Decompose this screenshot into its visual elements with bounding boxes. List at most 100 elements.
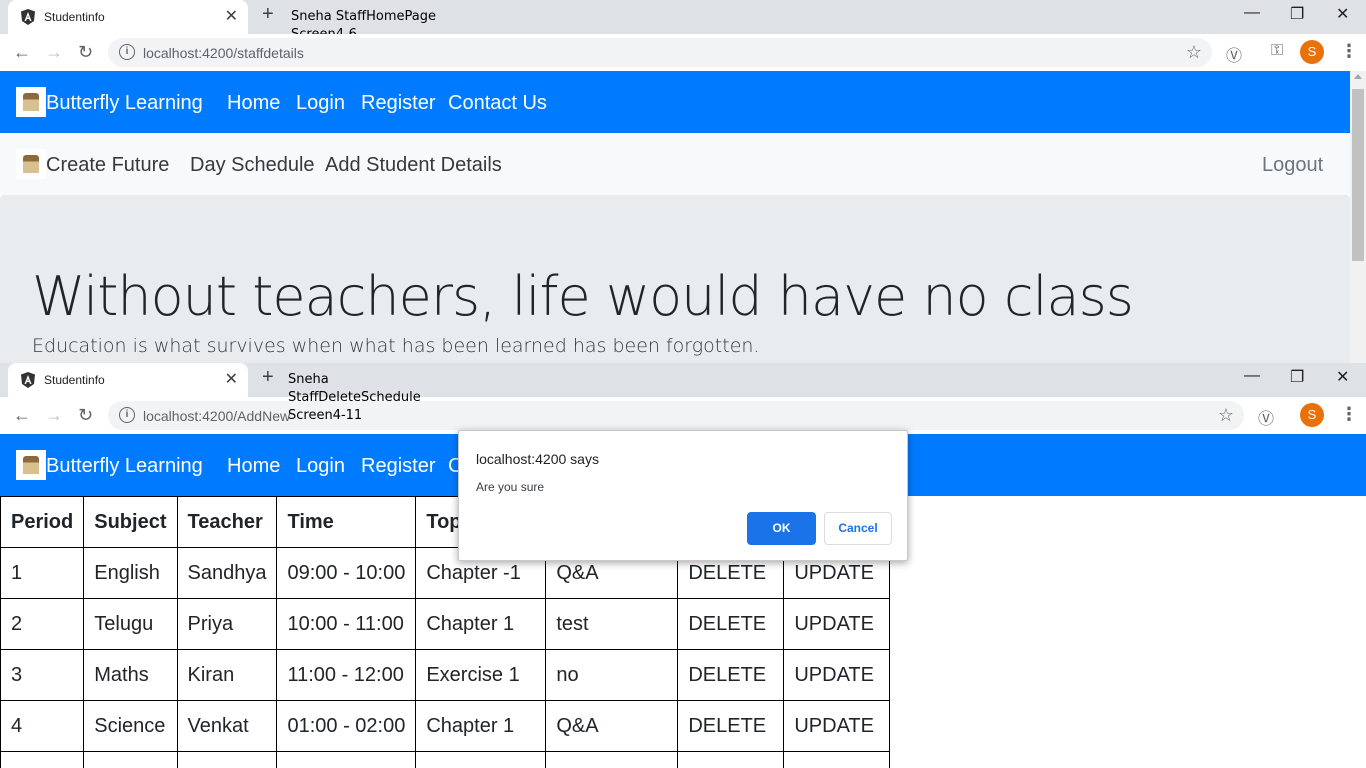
nav-home[interactable]: Home xyxy=(227,92,280,115)
nav-register[interactable]: Register xyxy=(361,455,435,478)
scroll-up-arrow-icon[interactable] xyxy=(1354,74,1362,79)
address-bar[interactable]: i localhost:4200/staffdetails ☆ xyxy=(108,38,1212,67)
info-icon[interactable]: i xyxy=(119,44,135,60)
cell-notes: no xyxy=(545,649,679,701)
cell-period: 2 xyxy=(0,598,85,650)
tab-studentinfo[interactable]: Studentinfo ✕ xyxy=(8,0,248,34)
cell-period: 3 xyxy=(0,649,85,701)
annotation-line: Sneha StaffHomePage xyxy=(291,9,436,24)
cell-teacher xyxy=(176,751,278,768)
bookmark-star-icon[interactable]: ☆ xyxy=(1186,42,1202,63)
brand-logo[interactable] xyxy=(16,87,46,117)
browser-window-delete-schedule: Studentinfo ✕ + — ❐ ✕ ← → ↻ i localhost:… xyxy=(0,363,1366,768)
cell-topic: Chapter 1 xyxy=(415,700,547,752)
update-link[interactable]: UPDATE xyxy=(783,700,891,752)
screenshot-annotation: Sneha StaffDeleteSchedule Screen4-11 xyxy=(288,371,421,425)
column-header: Subject xyxy=(83,496,178,548)
brand-logo[interactable] xyxy=(16,450,46,480)
info-icon[interactable]: i xyxy=(119,407,135,423)
nav-login[interactable]: Login xyxy=(296,455,345,478)
cell-notes xyxy=(545,751,679,768)
vivaldi-extension-icon[interactable]: Ⓥ xyxy=(1226,42,1242,66)
nav-add-student-details[interactable]: Add Student Details xyxy=(325,154,502,177)
close-tab-icon[interactable]: ✕ xyxy=(225,6,238,26)
cell-subject: Maths xyxy=(83,649,178,701)
staff-subnav: Create Future Day Schedule Add Student D… xyxy=(0,133,1350,195)
subnav-logo[interactable] xyxy=(16,149,46,179)
annotation-line: Sneha xyxy=(288,372,329,387)
cell-topic: Chapter 1 xyxy=(415,598,547,650)
nav-register[interactable]: Register xyxy=(361,92,435,115)
browser-toolbar: ← → ↻ i localhost:4200/AddNew ☆ Ⓥ S ⋮ xyxy=(0,397,1366,434)
tab-strip: Studentinfo ✕ + Sneha StaffHomePage Scre… xyxy=(0,0,1366,42)
update-link[interactable] xyxy=(783,751,891,768)
new-tab-icon[interactable]: + xyxy=(262,3,274,26)
logout-link[interactable]: Logout xyxy=(1262,154,1323,177)
angular-icon xyxy=(21,9,35,25)
update-link[interactable]: UPDATE xyxy=(783,598,891,650)
close-tab-icon[interactable]: ✕ xyxy=(225,369,238,389)
table-row: 4 Science Venkat 01:00 - 02:00 Chapter 1… xyxy=(0,700,891,752)
brand-name[interactable]: Butterfly Learning xyxy=(46,455,203,478)
annotation-line: Screen4-11 xyxy=(288,408,363,423)
new-tab-icon[interactable]: + xyxy=(262,366,274,389)
nav-day-schedule[interactable]: Day Schedule xyxy=(190,154,315,177)
url-text[interactable]: localhost:4200/staffdetails xyxy=(143,45,304,61)
nav-contact-us[interactable]: Contact Us xyxy=(448,92,547,115)
cell-teacher: Kiran xyxy=(176,649,278,701)
column-header: Teacher xyxy=(176,496,278,548)
reload-icon[interactable]: ↻ xyxy=(78,405,93,426)
confirm-dialog: localhost:4200 says Are you sure OK Canc… xyxy=(458,430,908,561)
restore-icon[interactable]: ❐ xyxy=(1290,4,1304,24)
url-text[interactable]: localhost:4200/AddNew xyxy=(143,408,290,424)
delete-link[interactable]: DELETE xyxy=(677,598,785,650)
tab-studentinfo[interactable]: Studentinfo ✕ xyxy=(8,363,248,397)
restore-icon[interactable]: ❐ xyxy=(1290,367,1304,387)
cell-time xyxy=(276,751,417,768)
brand-name[interactable]: Butterfly Learning xyxy=(46,92,203,115)
browser-menu-icon[interactable]: ⋮ xyxy=(1340,41,1358,62)
jumbotron-title: Without teachers, life would have no cla… xyxy=(32,265,1134,328)
delete-link[interactable] xyxy=(677,751,785,768)
cell-teacher: Priya xyxy=(176,598,278,650)
cancel-button[interactable]: Cancel xyxy=(824,512,892,545)
profile-avatar[interactable]: S xyxy=(1300,403,1324,427)
key-icon[interactable]: ⚿ xyxy=(1271,42,1283,60)
browser-window-staff-home: Studentinfo ✕ + Sneha StaffHomePage Scre… xyxy=(0,0,1366,363)
cell-topic: Exercise 1 xyxy=(415,649,547,701)
profile-avatar[interactable]: S xyxy=(1300,40,1324,64)
dialog-title: localhost:4200 says xyxy=(476,451,599,467)
table-row: 3 Maths Kiran 11:00 - 12:00 Exercise 1 n… xyxy=(0,649,891,701)
close-window-icon[interactable]: ✕ xyxy=(1336,4,1349,24)
cell-teacher: Sandhya xyxy=(176,547,278,599)
tab-title: Studentinfo xyxy=(44,10,105,24)
jumbotron-lead: Education is what survives when what has… xyxy=(32,335,760,357)
reload-icon[interactable]: ↻ xyxy=(78,42,93,63)
minimize-icon[interactable]: — xyxy=(1244,367,1260,385)
forward-icon[interactable]: → xyxy=(45,42,63,63)
update-link[interactable]: UPDATE xyxy=(783,649,891,701)
jumbotron: Without teachers, life would have no cla… xyxy=(0,195,1350,363)
column-header: Time xyxy=(276,496,417,548)
forward-icon[interactable]: → xyxy=(45,405,63,426)
nav-home[interactable]: Home xyxy=(227,455,280,478)
cell-subject: English xyxy=(83,547,178,599)
bookmark-star-icon[interactable]: ☆ xyxy=(1218,405,1234,426)
close-window-icon[interactable]: ✕ xyxy=(1336,367,1349,387)
back-icon[interactable]: ← xyxy=(13,42,31,63)
subnav-brand[interactable]: Create Future xyxy=(46,154,169,177)
minimize-icon[interactable]: — xyxy=(1244,4,1260,22)
cell-time: 01:00 - 02:00 xyxy=(276,700,417,752)
cell-notes: Q&A xyxy=(545,700,679,752)
ok-button[interactable]: OK xyxy=(747,512,816,545)
page-scrollbar[interactable] xyxy=(1350,71,1366,363)
vivaldi-extension-icon[interactable]: Ⓥ xyxy=(1258,405,1274,429)
scroll-thumb[interactable] xyxy=(1352,89,1364,261)
delete-link[interactable]: DELETE xyxy=(677,700,785,752)
back-icon[interactable]: ← xyxy=(13,405,31,426)
nav-login[interactable]: Login xyxy=(296,92,345,115)
cell-period: 4 xyxy=(0,700,85,752)
browser-menu-icon[interactable]: ⋮ xyxy=(1340,404,1358,425)
address-bar[interactable]: i localhost:4200/AddNew ☆ xyxy=(108,401,1244,430)
delete-link[interactable]: DELETE xyxy=(677,649,785,701)
